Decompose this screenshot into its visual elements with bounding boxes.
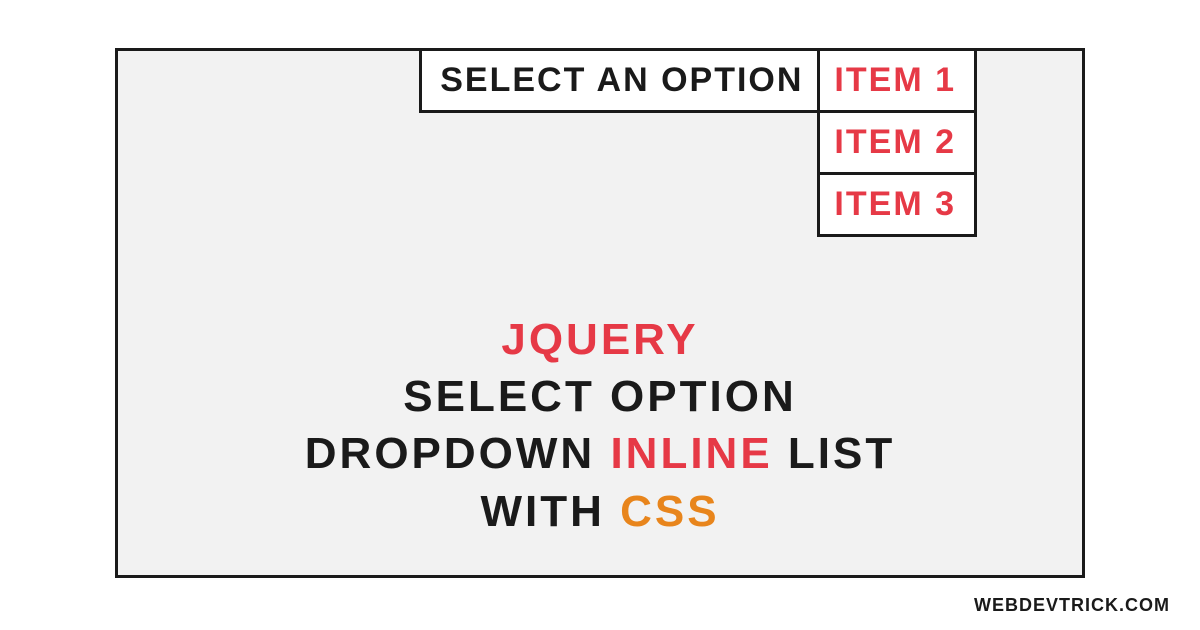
title-word-list: LIST xyxy=(788,429,895,478)
title-word-dropdown: DROPDOWN xyxy=(305,429,595,478)
title-line-4: WITH CSS xyxy=(118,483,1082,540)
title-word-inline: INLINE xyxy=(610,429,772,478)
dropdown-item-3[interactable]: ITEM 3 xyxy=(817,175,977,237)
title-line-3: DROPDOWN INLINE LIST xyxy=(118,425,1082,482)
dropdown-item-1[interactable]: ITEM 1 xyxy=(817,48,977,113)
title-word-jquery: JQUERY xyxy=(501,315,698,364)
dropdown-label[interactable]: SELECT AN OPTION xyxy=(419,48,817,113)
dropdown-item-2[interactable]: ITEM 2 xyxy=(817,113,977,175)
dropdown-header-row: SELECT AN OPTION ITEM 1 xyxy=(419,48,977,113)
title-word-select-option: SELECT OPTION xyxy=(403,372,796,421)
dropdown-widget: SELECT AN OPTION ITEM 1 ITEM 2 ITEM 3 xyxy=(419,48,977,237)
title-line-2: SELECT OPTION xyxy=(118,368,1082,425)
title-word-css: CSS xyxy=(620,487,719,536)
title-word-with: WITH xyxy=(480,487,604,536)
title-block: JQUERY SELECT OPTION DROPDOWN INLINE LIS… xyxy=(118,311,1082,540)
title-line-1: JQUERY xyxy=(118,311,1082,368)
main-frame: SELECT AN OPTION ITEM 1 ITEM 2 ITEM 3 JQ… xyxy=(115,48,1085,578)
watermark: WEBDEVTRICK.COM xyxy=(974,595,1170,616)
